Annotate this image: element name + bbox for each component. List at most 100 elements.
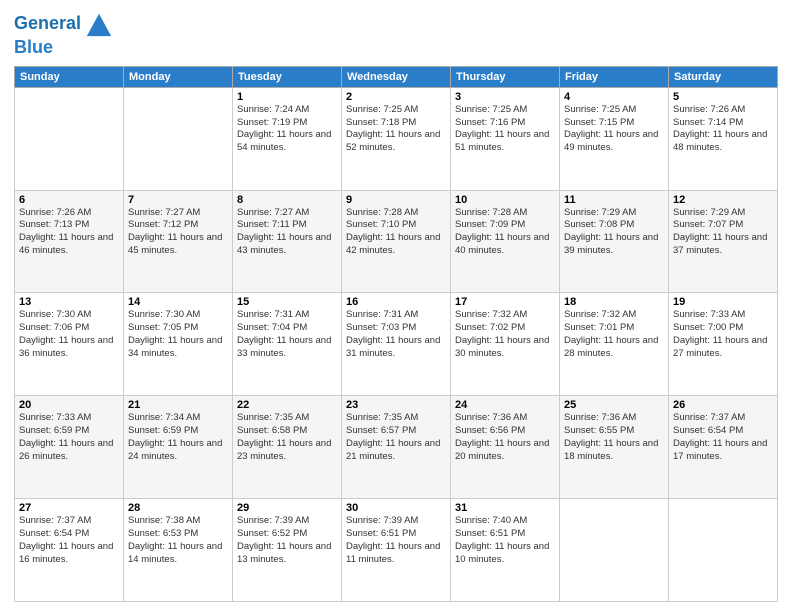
day-info: Sunrise: 7:30 AMSunset: 7:05 PMDaylight:… bbox=[128, 309, 228, 360]
day-info: Sunrise: 7:28 AMSunset: 7:09 PMDaylight:… bbox=[455, 207, 555, 258]
calendar-cell: 11 Sunrise: 7:29 AMSunset: 7:08 PMDaylig… bbox=[560, 190, 669, 293]
day-info: Sunrise: 7:26 AMSunset: 7:13 PMDaylight:… bbox=[19, 207, 119, 258]
day-number: 12 bbox=[673, 194, 773, 206]
day-number: 16 bbox=[346, 296, 446, 308]
calendar-day-header: Tuesday bbox=[233, 66, 342, 87]
day-number: 14 bbox=[128, 296, 228, 308]
calendar-cell bbox=[560, 499, 669, 602]
calendar-week-row: 13 Sunrise: 7:30 AMSunset: 7:06 PMDaylig… bbox=[15, 293, 778, 396]
day-number: 1 bbox=[237, 91, 337, 103]
day-number: 2 bbox=[346, 91, 446, 103]
day-info: Sunrise: 7:31 AMSunset: 7:03 PMDaylight:… bbox=[346, 309, 446, 360]
day-info: Sunrise: 7:30 AMSunset: 7:06 PMDaylight:… bbox=[19, 309, 119, 360]
calendar-cell: 21 Sunrise: 7:34 AMSunset: 6:59 PMDaylig… bbox=[124, 396, 233, 499]
day-info: Sunrise: 7:35 AMSunset: 6:58 PMDaylight:… bbox=[237, 412, 337, 463]
day-info: Sunrise: 7:37 AMSunset: 6:54 PMDaylight:… bbox=[19, 515, 119, 566]
calendar-cell bbox=[669, 499, 778, 602]
day-info: Sunrise: 7:34 AMSunset: 6:59 PMDaylight:… bbox=[128, 412, 228, 463]
calendar-cell: 23 Sunrise: 7:35 AMSunset: 6:57 PMDaylig… bbox=[342, 396, 451, 499]
day-number: 22 bbox=[237, 399, 337, 411]
calendar-cell: 30 Sunrise: 7:39 AMSunset: 6:51 PMDaylig… bbox=[342, 499, 451, 602]
day-info: Sunrise: 7:29 AMSunset: 7:07 PMDaylight:… bbox=[673, 207, 773, 258]
calendar-cell: 25 Sunrise: 7:36 AMSunset: 6:55 PMDaylig… bbox=[560, 396, 669, 499]
day-number: 17 bbox=[455, 296, 555, 308]
day-info: Sunrise: 7:36 AMSunset: 6:55 PMDaylight:… bbox=[564, 412, 664, 463]
day-number: 4 bbox=[564, 91, 664, 103]
calendar-cell: 15 Sunrise: 7:31 AMSunset: 7:04 PMDaylig… bbox=[233, 293, 342, 396]
calendar-cell: 8 Sunrise: 7:27 AMSunset: 7:11 PMDayligh… bbox=[233, 190, 342, 293]
calendar-day-header: Sunday bbox=[15, 66, 124, 87]
calendar-cell: 14 Sunrise: 7:30 AMSunset: 7:05 PMDaylig… bbox=[124, 293, 233, 396]
day-number: 24 bbox=[455, 399, 555, 411]
calendar-cell: 5 Sunrise: 7:26 AMSunset: 7:14 PMDayligh… bbox=[669, 87, 778, 190]
day-number: 28 bbox=[128, 502, 228, 514]
day-number: 9 bbox=[346, 194, 446, 206]
calendar-cell: 6 Sunrise: 7:26 AMSunset: 7:13 PMDayligh… bbox=[15, 190, 124, 293]
logo-text-blue: Blue bbox=[14, 38, 113, 58]
calendar-cell: 13 Sunrise: 7:30 AMSunset: 7:06 PMDaylig… bbox=[15, 293, 124, 396]
day-info: Sunrise: 7:24 AMSunset: 7:19 PMDaylight:… bbox=[237, 104, 337, 155]
day-number: 19 bbox=[673, 296, 773, 308]
day-number: 5 bbox=[673, 91, 773, 103]
logo-icon bbox=[85, 10, 113, 38]
day-info: Sunrise: 7:31 AMSunset: 7:04 PMDaylight:… bbox=[237, 309, 337, 360]
calendar-day-header: Wednesday bbox=[342, 66, 451, 87]
calendar-cell: 1 Sunrise: 7:24 AMSunset: 7:19 PMDayligh… bbox=[233, 87, 342, 190]
calendar-week-row: 1 Sunrise: 7:24 AMSunset: 7:19 PMDayligh… bbox=[15, 87, 778, 190]
day-info: Sunrise: 7:25 AMSunset: 7:16 PMDaylight:… bbox=[455, 104, 555, 155]
day-number: 27 bbox=[19, 502, 119, 514]
day-info: Sunrise: 7:40 AMSunset: 6:51 PMDaylight:… bbox=[455, 515, 555, 566]
calendar-cell: 22 Sunrise: 7:35 AMSunset: 6:58 PMDaylig… bbox=[233, 396, 342, 499]
calendar-cell: 24 Sunrise: 7:36 AMSunset: 6:56 PMDaylig… bbox=[451, 396, 560, 499]
calendar-day-header: Saturday bbox=[669, 66, 778, 87]
page: General Blue SundayMondayTuesdayWednesda… bbox=[0, 0, 792, 612]
day-info: Sunrise: 7:32 AMSunset: 7:02 PMDaylight:… bbox=[455, 309, 555, 360]
day-info: Sunrise: 7:33 AMSunset: 6:59 PMDaylight:… bbox=[19, 412, 119, 463]
calendar-cell: 2 Sunrise: 7:25 AMSunset: 7:18 PMDayligh… bbox=[342, 87, 451, 190]
day-info: Sunrise: 7:33 AMSunset: 7:00 PMDaylight:… bbox=[673, 309, 773, 360]
calendar-cell: 27 Sunrise: 7:37 AMSunset: 6:54 PMDaylig… bbox=[15, 499, 124, 602]
day-info: Sunrise: 7:39 AMSunset: 6:51 PMDaylight:… bbox=[346, 515, 446, 566]
day-number: 15 bbox=[237, 296, 337, 308]
calendar-week-row: 6 Sunrise: 7:26 AMSunset: 7:13 PMDayligh… bbox=[15, 190, 778, 293]
calendar-cell bbox=[124, 87, 233, 190]
calendar-cell bbox=[15, 87, 124, 190]
calendar-cell: 17 Sunrise: 7:32 AMSunset: 7:02 PMDaylig… bbox=[451, 293, 560, 396]
day-number: 26 bbox=[673, 399, 773, 411]
calendar-cell: 19 Sunrise: 7:33 AMSunset: 7:00 PMDaylig… bbox=[669, 293, 778, 396]
day-info: Sunrise: 7:32 AMSunset: 7:01 PMDaylight:… bbox=[564, 309, 664, 360]
calendar-cell: 9 Sunrise: 7:28 AMSunset: 7:10 PMDayligh… bbox=[342, 190, 451, 293]
header: General Blue bbox=[14, 10, 778, 58]
day-number: 25 bbox=[564, 399, 664, 411]
day-number: 7 bbox=[128, 194, 228, 206]
calendar-day-header: Monday bbox=[124, 66, 233, 87]
day-info: Sunrise: 7:39 AMSunset: 6:52 PMDaylight:… bbox=[237, 515, 337, 566]
day-number: 13 bbox=[19, 296, 119, 308]
day-number: 6 bbox=[19, 194, 119, 206]
day-number: 8 bbox=[237, 194, 337, 206]
calendar-cell: 31 Sunrise: 7:40 AMSunset: 6:51 PMDaylig… bbox=[451, 499, 560, 602]
calendar-cell: 18 Sunrise: 7:32 AMSunset: 7:01 PMDaylig… bbox=[560, 293, 669, 396]
calendar-cell: 28 Sunrise: 7:38 AMSunset: 6:53 PMDaylig… bbox=[124, 499, 233, 602]
day-number: 21 bbox=[128, 399, 228, 411]
day-info: Sunrise: 7:36 AMSunset: 6:56 PMDaylight:… bbox=[455, 412, 555, 463]
day-info: Sunrise: 7:25 AMSunset: 7:15 PMDaylight:… bbox=[564, 104, 664, 155]
calendar-cell: 7 Sunrise: 7:27 AMSunset: 7:12 PMDayligh… bbox=[124, 190, 233, 293]
day-info: Sunrise: 7:38 AMSunset: 6:53 PMDaylight:… bbox=[128, 515, 228, 566]
logo: General Blue bbox=[14, 10, 113, 58]
calendar-cell: 20 Sunrise: 7:33 AMSunset: 6:59 PMDaylig… bbox=[15, 396, 124, 499]
day-number: 29 bbox=[237, 502, 337, 514]
calendar-table: SundayMondayTuesdayWednesdayThursdayFrid… bbox=[14, 66, 778, 602]
calendar-cell: 29 Sunrise: 7:39 AMSunset: 6:52 PMDaylig… bbox=[233, 499, 342, 602]
day-info: Sunrise: 7:26 AMSunset: 7:14 PMDaylight:… bbox=[673, 104, 773, 155]
day-info: Sunrise: 7:35 AMSunset: 6:57 PMDaylight:… bbox=[346, 412, 446, 463]
calendar-cell: 4 Sunrise: 7:25 AMSunset: 7:15 PMDayligh… bbox=[560, 87, 669, 190]
calendar-day-header: Friday bbox=[560, 66, 669, 87]
logo-text: General bbox=[14, 14, 81, 34]
day-info: Sunrise: 7:27 AMSunset: 7:11 PMDaylight:… bbox=[237, 207, 337, 258]
day-number: 23 bbox=[346, 399, 446, 411]
day-info: Sunrise: 7:28 AMSunset: 7:10 PMDaylight:… bbox=[346, 207, 446, 258]
day-number: 31 bbox=[455, 502, 555, 514]
day-number: 30 bbox=[346, 502, 446, 514]
day-info: Sunrise: 7:37 AMSunset: 6:54 PMDaylight:… bbox=[673, 412, 773, 463]
